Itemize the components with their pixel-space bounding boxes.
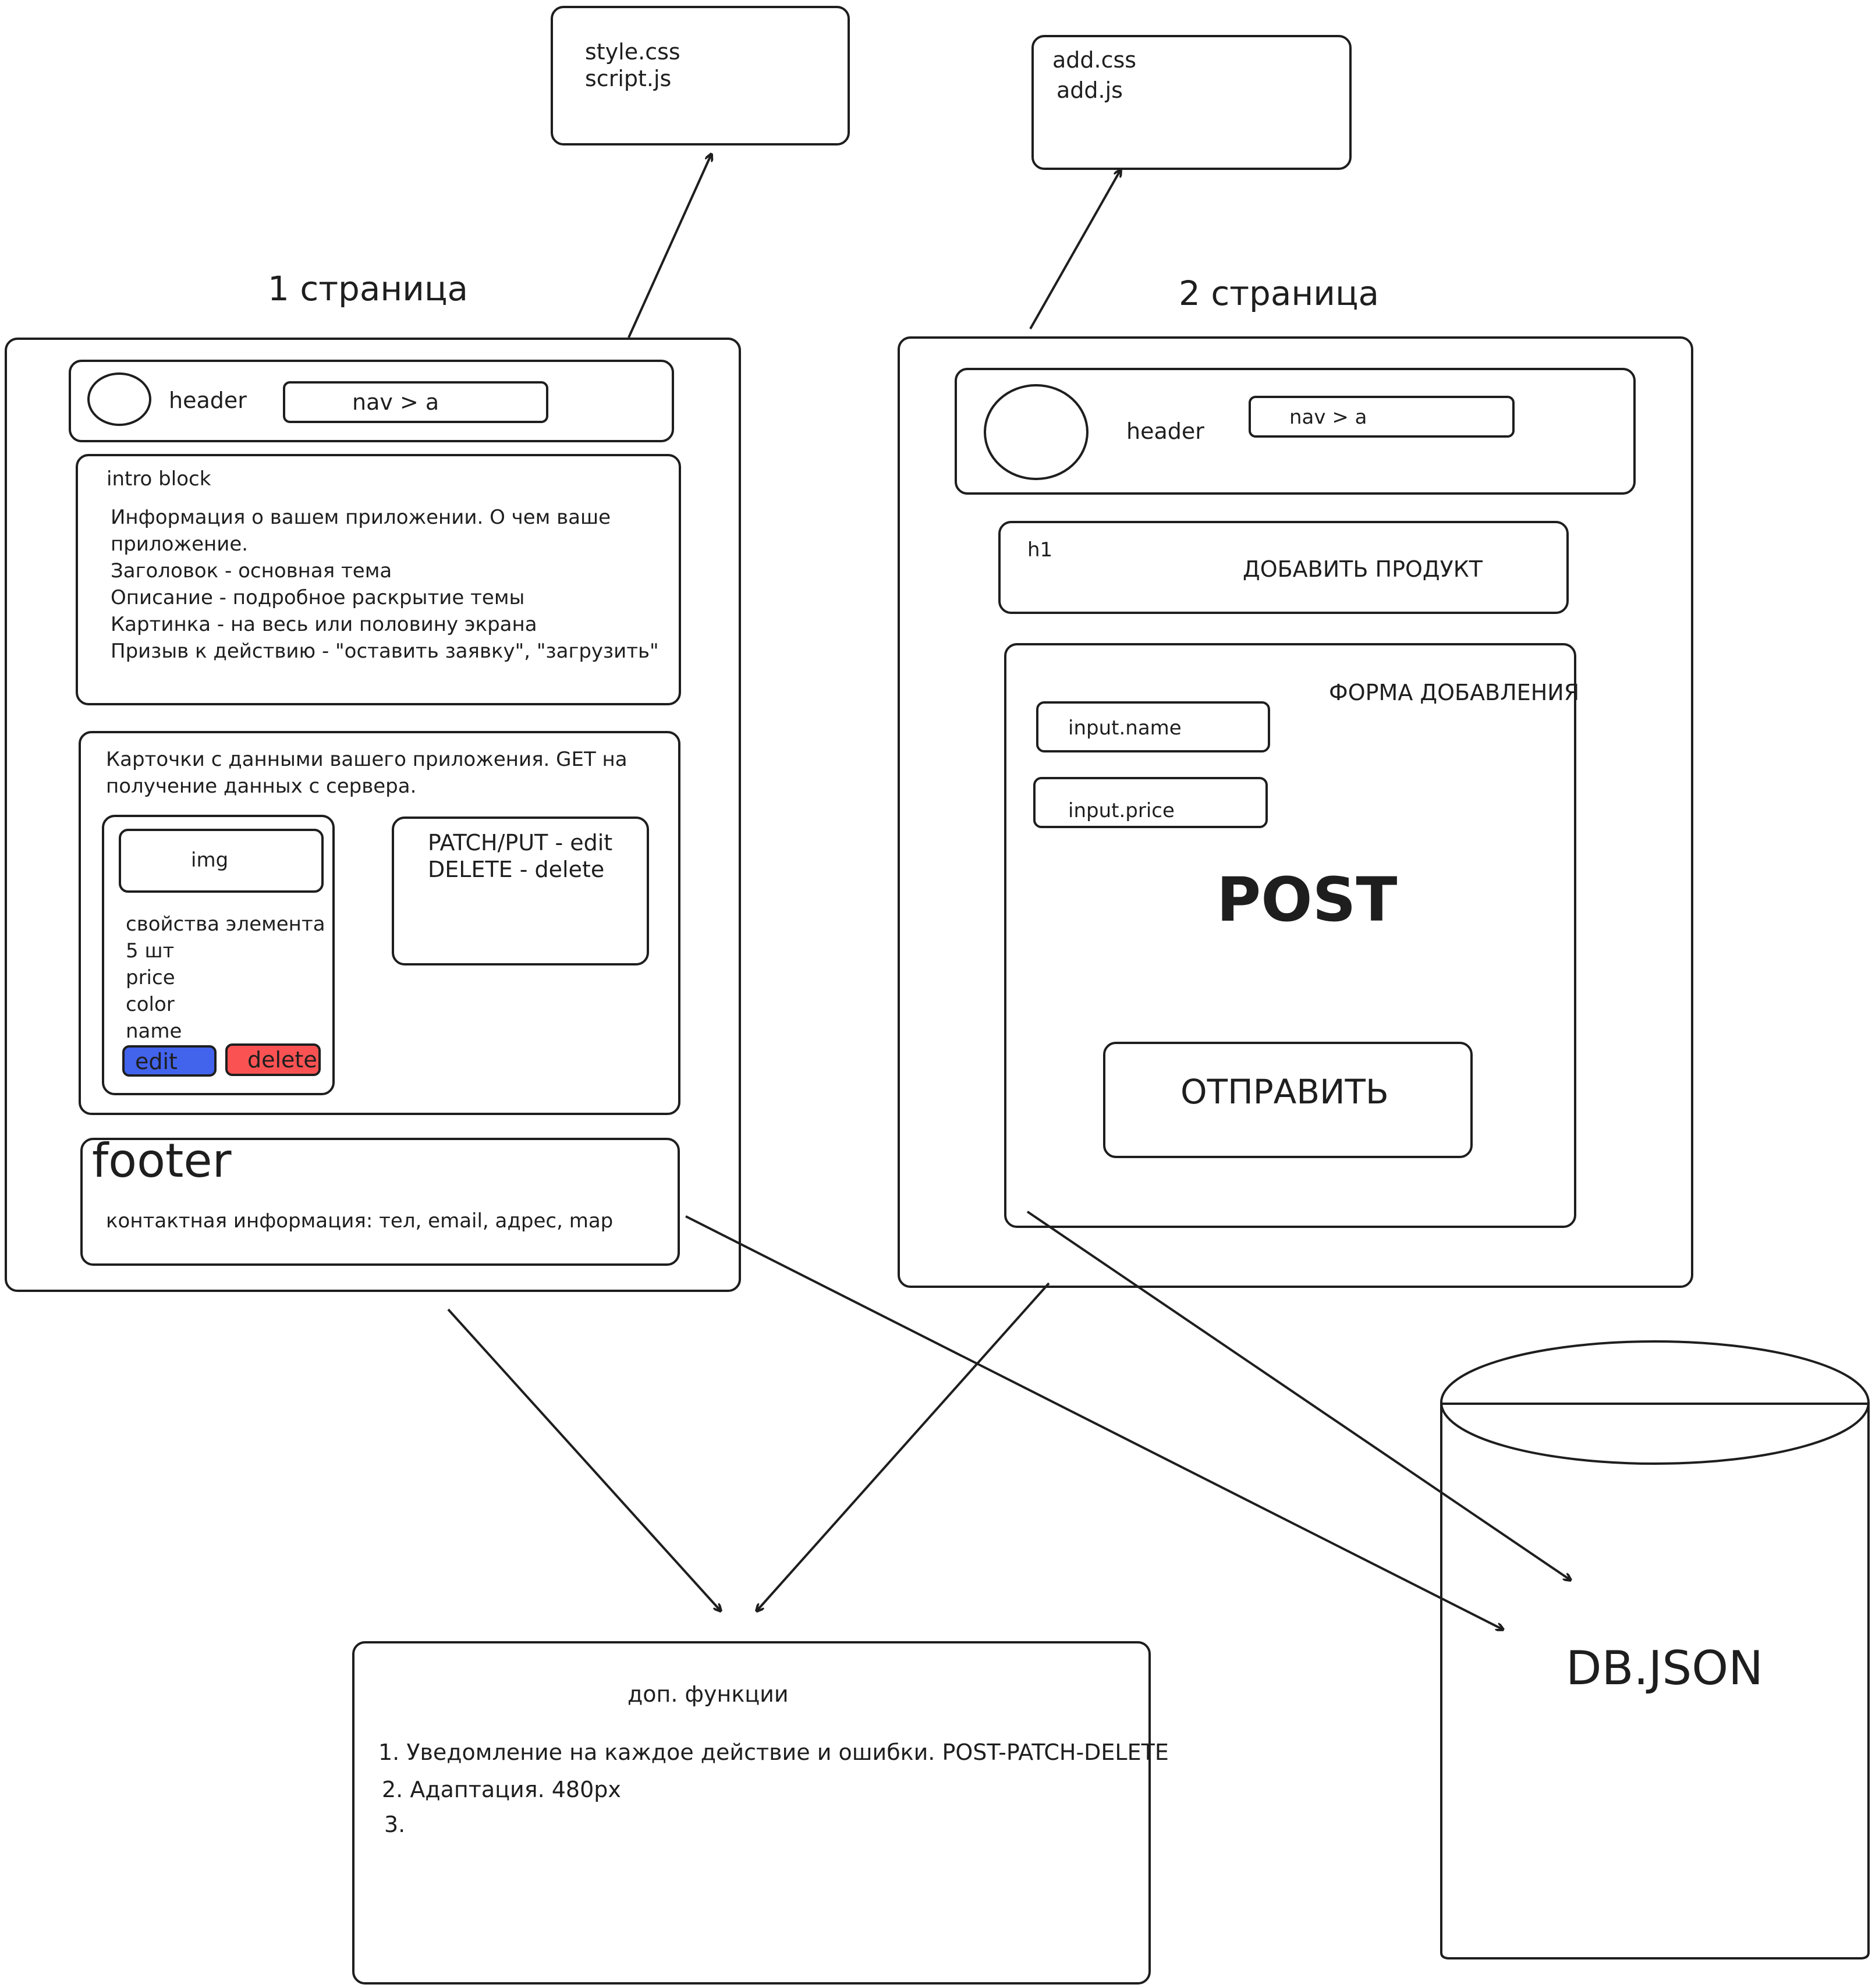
page2-header-label: header (1126, 418, 1204, 444)
submit-button-label: ОТПРАВИТЬ (1180, 1072, 1389, 1112)
h1-tag-label: h1 (1027, 538, 1053, 562)
methods-text: PATCH/PUT - edit DELETE - delete (428, 830, 613, 882)
post-method-label: POST (1217, 864, 1398, 935)
card-img-label: img (191, 849, 229, 872)
page2-nav-label: nav > a (1289, 406, 1367, 429)
database-label: DB.JSON (1566, 1641, 1764, 1695)
extras-title: доп. функции (627, 1681, 789, 1707)
arrow-page2-to-extras (757, 1282, 1050, 1611)
arrow-page2-to-files (1029, 170, 1121, 329)
file-style-css: style.css (585, 39, 680, 65)
h1-text: ДОБАВИТЬ ПРОДУКТ (1243, 556, 1483, 582)
file-add-js: add.js (1056, 77, 1123, 103)
page1-nav-label: nav > a (352, 389, 439, 415)
input-name-label: input.name (1068, 716, 1182, 740)
logo-circle (87, 372, 151, 426)
extras-item-1: 1. Уведомление на каждое действие и ошиб… (378, 1740, 1169, 1765)
page2-title: 2 страница (1179, 274, 1380, 313)
card-properties: свойства элемента 5 шт price color name (126, 913, 325, 1043)
footer-text: контактная информация: тел, email, адрес… (106, 1209, 614, 1233)
page1-header-label: header (169, 388, 247, 413)
footer-title: footer (92, 1134, 232, 1188)
file-script-js: script.js (585, 66, 672, 91)
logo-circle-page2 (984, 384, 1089, 480)
page2-nav[interactable] (1249, 396, 1515, 438)
file-add-css: add.css (1052, 47, 1137, 73)
intro-block-label: intro block (107, 467, 211, 491)
form-title: ФОРМА ДОБАВЛЕНИЯ (1329, 680, 1580, 705)
extras-item-3: 3. (384, 1812, 406, 1837)
delete-button[interactable]: delete (225, 1043, 321, 1076)
extras-item-2: 2. Адаптация. 480px (382, 1777, 621, 1802)
page1-title: 1 страница (268, 269, 469, 308)
cards-block-text: Карточки с данными вашего приложения. GE… (106, 748, 627, 798)
input-price-label: input.price (1068, 799, 1175, 822)
intro-block-text: Информация о вашем приложении. О чем ваш… (111, 506, 659, 663)
arrow-page1-to-extras (447, 1308, 721, 1611)
arrow-page1-to-files (627, 154, 711, 338)
edit-button[interactable]: edit (122, 1045, 217, 1077)
